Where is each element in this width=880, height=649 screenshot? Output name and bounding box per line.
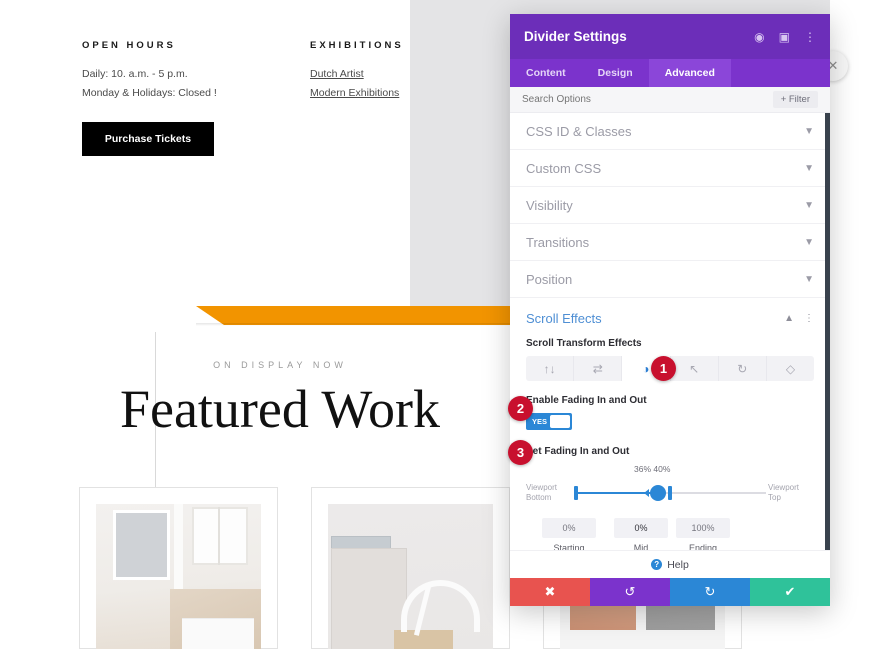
enable-fading-toggle[interactable]: YES bbox=[526, 413, 572, 430]
mid-opacity-input[interactable]: 0% bbox=[614, 518, 668, 538]
exhibition-link-dutch-artist[interactable]: Dutch Artist bbox=[310, 65, 490, 84]
accordion-label: Position bbox=[526, 271, 573, 287]
screenshot-root: OPEN HOURS Daily: 10. a.m. - 5 p.m. Mond… bbox=[0, 0, 880, 649]
modal-scrollbar-thumb[interactable] bbox=[825, 113, 830, 437]
modal-header: Divider Settings ◉ ▣ ⋮ bbox=[510, 14, 830, 59]
slider-handle-end[interactable] bbox=[668, 486, 672, 500]
starting-opacity-field: 0% StartingOpacity bbox=[542, 518, 596, 550]
modal-action-bar: ✖ ↺ ↻ ✔ bbox=[510, 578, 830, 606]
tab-advanced[interactable]: Advanced bbox=[648, 59, 731, 87]
featured-card[interactable] bbox=[79, 487, 278, 649]
open-hours-column: OPEN HOURS Daily: 10. a.m. - 5 p.m. Mond… bbox=[82, 40, 302, 104]
ending-opacity-label: EndingOpacity bbox=[688, 543, 718, 550]
scroll-effects-header[interactable]: Scroll Effects ▲ ⋮ bbox=[510, 298, 830, 338]
ending-opacity-field: 100% EndingOpacity bbox=[676, 518, 730, 550]
accordion-css-id-classes[interactable]: CSS ID & Classes ▼ bbox=[510, 113, 830, 150]
featured-section: ON DISPLAY NOW Featured Work bbox=[0, 360, 560, 440]
step-badge-3: 3 bbox=[508, 440, 533, 465]
mid-opacity-field: 0% MidOpacity bbox=[614, 518, 668, 550]
chevron-down-icon: ▼ bbox=[804, 273, 814, 285]
layout-columns-icon[interactable]: ▣ bbox=[779, 31, 790, 43]
accordion-label: Visibility bbox=[526, 197, 573, 213]
featured-image bbox=[328, 504, 493, 649]
help-icon: ? bbox=[651, 559, 663, 570]
fading-slider-block: 36% 40% Viewport Bottom Viewport Top 0% … bbox=[510, 464, 830, 550]
accordion-label: Custom CSS bbox=[526, 160, 602, 176]
accordion-visibility[interactable]: Visibility ▼ bbox=[510, 187, 830, 224]
open-hours-line-1: Daily: 10. a.m. - 5 p.m. bbox=[82, 68, 188, 80]
slider-caret-icon bbox=[644, 489, 649, 497]
rotating-icon[interactable]: ↻ bbox=[719, 356, 767, 381]
exhibitions-title: EXHIBITIONS bbox=[310, 40, 404, 51]
viewport-bottom-label: Viewport Bottom bbox=[526, 483, 557, 502]
set-fading-label: Set Fading In and Out bbox=[526, 446, 630, 457]
slider-handle-start[interactable] bbox=[574, 486, 578, 500]
more-options-icon[interactable]: ⋮ bbox=[804, 313, 814, 324]
help-bar[interactable]: ? Help bbox=[510, 550, 830, 578]
divider-settings-modal: Divider Settings ◉ ▣ ⋮ Content Design Ad… bbox=[510, 14, 830, 606]
responsive-view-icon[interactable]: ◉ bbox=[754, 31, 764, 43]
step-badge-1: 1 bbox=[651, 356, 676, 381]
featured-image bbox=[96, 504, 261, 649]
featured-heading: Featured Work bbox=[119, 379, 441, 439]
accordion-label: CSS ID & Classes bbox=[526, 123, 632, 139]
modal-header-icons: ◉ ▣ ⋮ bbox=[754, 31, 816, 43]
filter-button[interactable]: + Filter bbox=[772, 91, 818, 108]
search-options-bar: + Filter bbox=[510, 87, 830, 113]
modal-tabs: Content Design Advanced bbox=[510, 59, 830, 87]
chevron-up-icon[interactable]: ▲ bbox=[784, 313, 794, 324]
footer-columns: OPEN HOURS Daily: 10. a.m. - 5 p.m. Mond… bbox=[0, 0, 410, 300]
fading-range-slider[interactable]: Viewport Bottom Viewport Top bbox=[526, 478, 814, 508]
exhibitions-column: EXHIBITIONS Dutch Artist Modern Exhibiti… bbox=[310, 40, 490, 104]
help-label: Help bbox=[667, 558, 689, 571]
toggle-value: YES bbox=[532, 417, 548, 426]
slider-value-labels: 36% 40% bbox=[634, 464, 671, 474]
chevron-down-icon: ▼ bbox=[804, 125, 814, 137]
chevron-down-icon: ▼ bbox=[804, 162, 814, 174]
search-input[interactable] bbox=[522, 94, 773, 105]
vertical-motion-icon[interactable]: ↑↓ bbox=[526, 356, 575, 381]
enable-fading-toggle-wrap: YES bbox=[510, 413, 830, 430]
exhibition-link-modern-exhibitions[interactable]: Modern Exhibitions bbox=[310, 84, 490, 103]
purchase-tickets-button[interactable]: Purchase Tickets bbox=[82, 122, 214, 156]
accordion-custom-css[interactable]: Custom CSS ▼ bbox=[510, 150, 830, 187]
scroll-effects-section: Scroll Effects ▲ ⋮ Scroll Transform Effe… bbox=[510, 298, 830, 550]
redo-button[interactable]: ↻ bbox=[670, 578, 750, 606]
ending-opacity-input[interactable]: 100% bbox=[676, 518, 730, 538]
chevron-down-icon: ▼ bbox=[804, 199, 814, 211]
modal-scrollbar[interactable] bbox=[825, 113, 830, 550]
modal-body: CSS ID & Classes ▼ Custom CSS ▼ Visibili… bbox=[510, 113, 830, 550]
open-hours-title: OPEN HOURS bbox=[82, 40, 176, 51]
starting-opacity-label: StartingOpacity bbox=[553, 543, 585, 550]
open-hours-line-2: Monday & Holidays: Closed ! bbox=[82, 87, 217, 100]
scroll-transform-effects-label: Scroll Transform Effects bbox=[526, 338, 642, 349]
more-options-icon[interactable]: ⋮ bbox=[804, 31, 816, 43]
mid-opacity-label: MidOpacity bbox=[633, 543, 649, 550]
featured-eyebrow: ON DISPLAY NOW bbox=[213, 360, 347, 370]
enable-fading-label: Enable Fading In and Out bbox=[526, 395, 647, 406]
accordion-label: Transitions bbox=[526, 234, 590, 250]
save-button[interactable]: ✔ bbox=[750, 578, 830, 606]
scroll-effects-title: Scroll Effects bbox=[526, 310, 602, 326]
featured-card[interactable] bbox=[311, 487, 510, 649]
viewport-top-label: Viewport Top bbox=[768, 483, 799, 502]
toggle-knob bbox=[550, 415, 570, 428]
undo-button[interactable]: ↺ bbox=[590, 578, 670, 606]
horizontal-motion-icon[interactable]: ⇄ bbox=[574, 356, 623, 381]
discard-button[interactable]: ✖ bbox=[510, 578, 590, 606]
slider-handle-mid[interactable] bbox=[650, 485, 666, 501]
step-badge-2: 2 bbox=[508, 396, 533, 421]
tab-content[interactable]: Content bbox=[510, 59, 582, 87]
chevron-down-icon: ▼ bbox=[804, 236, 814, 248]
accordion-transitions[interactable]: Transitions ▼ bbox=[510, 224, 830, 261]
accordion-position[interactable]: Position ▼ bbox=[510, 261, 830, 298]
modal-title: Divider Settings bbox=[524, 29, 627, 44]
scaling-icon[interactable]: ↖ bbox=[671, 356, 719, 381]
starting-opacity-input[interactable]: 0% bbox=[542, 518, 596, 538]
tab-design[interactable]: Design bbox=[582, 59, 649, 87]
opacity-fields: 0% StartingOpacity 0% MidOpacity 100% En… bbox=[526, 518, 814, 550]
blur-icon[interactable]: ◇ bbox=[767, 356, 814, 381]
